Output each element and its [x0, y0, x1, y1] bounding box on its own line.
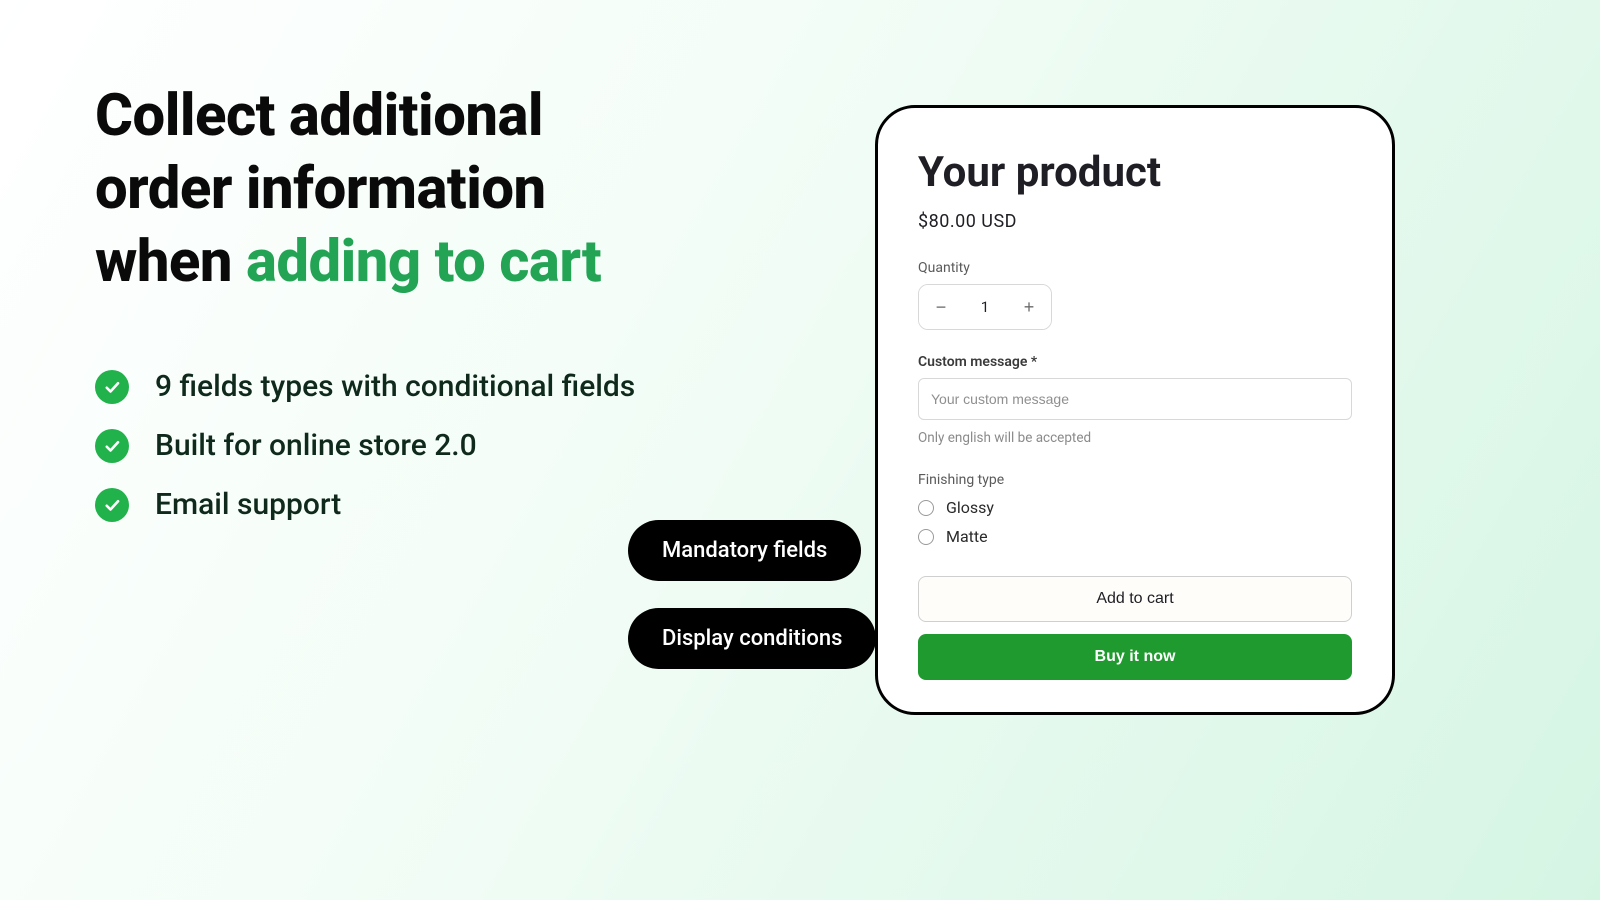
- quantity-value: 1: [963, 298, 1007, 316]
- feature-text: 9 fields types with conditional fields: [155, 369, 635, 404]
- quantity-stepper: − 1 +: [918, 284, 1052, 330]
- finishing-type-label: Finishing type: [918, 472, 1352, 488]
- finishing-option-glossy[interactable]: Glossy: [918, 498, 1352, 517]
- headline-accent: adding to cart: [246, 228, 601, 296]
- feature-item: Built for online store 2.0: [95, 428, 735, 463]
- feature-item: 9 fields types with conditional fields: [95, 369, 735, 404]
- check-icon: [95, 429, 129, 463]
- product-card: Your product $80.00 USD Quantity − 1 + C…: [875, 105, 1395, 715]
- radio-label: Glossy: [946, 498, 994, 517]
- custom-message-input[interactable]: [918, 378, 1352, 420]
- finishing-type-group: Glossy Matte: [918, 498, 1352, 546]
- product-price: $80.00 USD: [918, 211, 1352, 232]
- buy-now-button[interactable]: Buy it now: [918, 634, 1352, 680]
- headline-line-2: order information: [95, 155, 546, 223]
- feature-text: Built for online store 2.0: [155, 428, 477, 463]
- buy-now-label: Buy it now: [1095, 648, 1176, 666]
- headline-line-3-prefix: when: [95, 228, 246, 296]
- check-icon: [95, 488, 129, 522]
- product-title: Your product: [918, 148, 1352, 197]
- headline: Collect additional order information whe…: [95, 80, 735, 299]
- mandatory-fields-pill: Mandatory fields: [628, 520, 861, 581]
- quantity-label: Quantity: [918, 260, 1352, 276]
- add-to-cart-label: Add to cart: [1096, 590, 1173, 608]
- custom-message-label: Custom message *: [918, 354, 1352, 370]
- finishing-option-matte[interactable]: Matte: [918, 527, 1352, 546]
- radio-icon: [918, 500, 934, 516]
- headline-line-1: Collect additional: [95, 82, 543, 150]
- quantity-increase-button[interactable]: +: [1007, 284, 1051, 330]
- feature-text: Email support: [155, 487, 341, 522]
- custom-message-helper: Only english will be accepted: [918, 430, 1352, 446]
- radio-label: Matte: [946, 527, 988, 546]
- quantity-decrease-button[interactable]: −: [919, 284, 963, 330]
- feature-list: 9 fields types with conditional fields B…: [95, 369, 735, 522]
- display-conditions-pill: Display conditions: [628, 608, 876, 669]
- radio-icon: [918, 529, 934, 545]
- check-icon: [95, 370, 129, 404]
- feature-item: Email support: [95, 487, 735, 522]
- add-to-cart-button[interactable]: Add to cart: [918, 576, 1352, 622]
